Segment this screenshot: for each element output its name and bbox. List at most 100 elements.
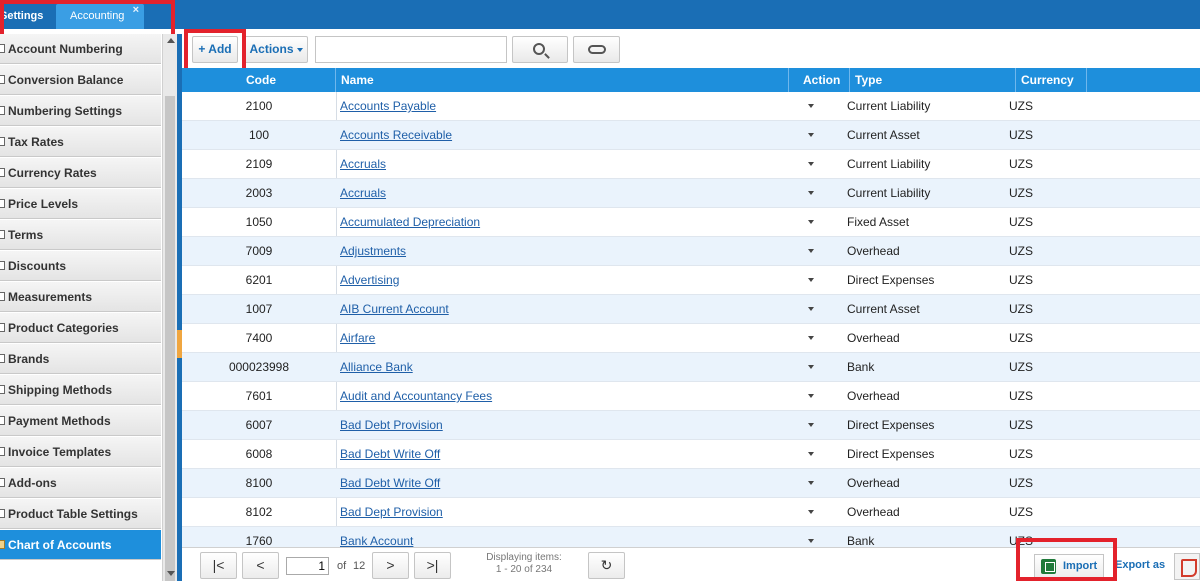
page-of-label: of xyxy=(337,560,347,572)
pdf-export-button[interactable] xyxy=(1174,553,1200,580)
table-row[interactable]: 100 Accounts Receivable Current Asset UZS xyxy=(182,121,1200,150)
account-name-link[interactable]: Audit and Accountancy Fees xyxy=(340,382,492,410)
sidebar-item-measurements[interactable]: Measurements xyxy=(0,282,161,312)
sidebar-scrollbar[interactable] xyxy=(162,34,177,581)
account-name-link[interactable]: AIB Current Account xyxy=(340,295,449,323)
sidebar-item-product-categories[interactable]: Product Categories xyxy=(0,313,161,343)
column-header-action[interactable]: Action xyxy=(789,68,850,92)
account-name-link[interactable]: Bad Debt Write Off xyxy=(340,440,440,468)
sidebar-item-product-table-settings[interactable]: Product Table Settings xyxy=(0,499,161,529)
account-name-link[interactable]: Alliance Bank xyxy=(340,353,413,381)
reset-search-button[interactable] xyxy=(573,36,620,63)
row-action-dropdown[interactable] xyxy=(805,324,819,352)
row-action-dropdown[interactable] xyxy=(805,382,819,410)
sidebar-item-tax-rates[interactable]: Tax Rates xyxy=(0,127,161,157)
table-row[interactable]: 1007 AIB Current Account Current Asset UZS xyxy=(182,295,1200,324)
table-row[interactable]: 8100 Bad Debt Write Off Overhead UZS xyxy=(182,469,1200,498)
sidebar-item-currency-rates[interactable]: Currency Rates xyxy=(0,158,161,188)
account-currency: UZS xyxy=(1009,273,1033,287)
row-action-dropdown[interactable] xyxy=(805,411,819,439)
sidebar-item-terms[interactable]: Terms xyxy=(0,220,161,250)
account-name-link[interactable]: Accruals xyxy=(340,150,386,178)
last-page-button[interactable]: >| xyxy=(414,552,451,579)
row-action-dropdown[interactable] xyxy=(805,179,819,207)
account-name-link[interactable]: Advertising xyxy=(340,266,399,294)
table-row[interactable]: 8102 Bad Dept Provision Overhead UZS xyxy=(182,498,1200,527)
row-action-dropdown[interactable] xyxy=(805,498,819,526)
sidebar-item-shipping-methods[interactable]: Shipping Methods xyxy=(0,375,161,405)
table-row[interactable]: 1760 Bank Account Bank UZS xyxy=(182,527,1200,547)
sidebar-item-label: Chart of Accounts xyxy=(8,538,112,552)
account-name-link[interactable]: Bad Dept Provision xyxy=(340,498,443,526)
sidebar-item-discounts[interactable]: Discounts xyxy=(0,251,161,281)
account-name-link[interactable]: Airfare xyxy=(340,324,375,352)
column-header-code[interactable]: Code xyxy=(182,68,336,92)
table-row[interactable]: 1050 Accumulated Depreciation Fixed Asset U… xyxy=(182,208,1200,237)
actions-dropdown[interactable]: Actions xyxy=(244,36,308,63)
import-button[interactable]: Import xyxy=(1034,554,1104,579)
sidebar-item-payment-methods[interactable]: Payment Methods xyxy=(0,406,161,436)
row-action-dropdown[interactable] xyxy=(805,353,819,381)
table-row[interactable]: 6201 Advertising Direct Expenses UZS xyxy=(182,266,1200,295)
add-button[interactable]: + Add xyxy=(192,36,238,63)
table-row[interactable]: 000023998 Alliance Bank Bank UZS xyxy=(182,353,1200,382)
search-button[interactable] xyxy=(512,36,568,63)
close-icon[interactable]: × xyxy=(133,0,139,23)
table-row[interactable]: 7601 Audit and Accountancy Fees Overhead UZ… xyxy=(182,382,1200,411)
sidebar-item-numbering-settings[interactable]: Numbering Settings xyxy=(0,96,161,126)
search-input[interactable] xyxy=(315,36,507,63)
sidebar-item-add-ons[interactable]: Add-ons xyxy=(0,468,161,498)
page-number-input[interactable] xyxy=(286,557,329,575)
row-action-dropdown[interactable] xyxy=(805,237,819,265)
scroll-up-icon[interactable] xyxy=(167,38,175,43)
row-action-dropdown[interactable] xyxy=(805,121,819,149)
account-name-link[interactable]: Accumulated Depreciation xyxy=(340,208,480,236)
table-row[interactable]: 2100 Accounts Payable Current Liability UZS xyxy=(182,92,1200,121)
column-header-type[interactable]: Type xyxy=(850,68,1016,92)
sidebar-item-label: Product Table Settings xyxy=(8,507,138,521)
account-name-link[interactable]: Accounts Payable xyxy=(340,92,436,120)
sidebar-item-invoice-templates[interactable]: Invoice Templates xyxy=(0,437,161,467)
account-name-link[interactable]: Bank Account xyxy=(340,527,413,547)
row-action-dropdown[interactable] xyxy=(805,469,819,497)
table-row[interactable]: 7009 Adjustments Overhead UZS xyxy=(182,237,1200,266)
scrollbar-thumb[interactable] xyxy=(165,96,175,581)
table-row[interactable]: 7400 Airfare Overhead UZS xyxy=(182,324,1200,353)
sidebar-item-price-levels[interactable]: Price Levels xyxy=(0,189,161,219)
next-page-button[interactable]: > xyxy=(372,552,409,579)
column-header-name[interactable]: Name xyxy=(336,68,789,92)
sidebar-item-account-numbering[interactable]: Account Numbering xyxy=(0,34,161,64)
chevron-down-icon xyxy=(808,133,814,137)
sidebar-item-brands[interactable]: Brands xyxy=(0,344,161,374)
prev-page-button[interactable]: < xyxy=(242,552,279,579)
chevron-down-icon xyxy=(808,191,814,195)
table-row[interactable]: 2109 Accruals Current Liability UZS xyxy=(182,150,1200,179)
sidebar-item-chart-of-accounts[interactable]: Chart of Accounts xyxy=(0,530,161,560)
table-row[interactable]: 6008 Bad Debt Write Off Direct Expenses UZS xyxy=(182,440,1200,469)
refresh-button[interactable]: ↻ xyxy=(588,552,625,579)
row-action-dropdown[interactable] xyxy=(805,440,819,468)
account-name-link[interactable]: Accounts Receivable xyxy=(340,121,452,149)
table-row[interactable]: 2003 Accruals Current Liability UZS xyxy=(182,179,1200,208)
document-icon xyxy=(0,385,5,394)
row-action-dropdown[interactable] xyxy=(805,527,819,547)
table-row[interactable]: 6007 Bad Debt Provision Direct Expenses UZS xyxy=(182,411,1200,440)
row-action-dropdown[interactable] xyxy=(805,92,819,120)
row-action-dropdown[interactable] xyxy=(805,150,819,178)
first-page-button[interactable]: |< xyxy=(200,552,237,579)
scroll-down-icon[interactable] xyxy=(167,571,175,576)
row-action-dropdown[interactable] xyxy=(805,208,819,236)
tab-settings[interactable]: Settings xyxy=(0,4,52,29)
account-name-link[interactable]: Bad Debt Provision xyxy=(340,411,443,439)
account-name-link[interactable]: Bad Debt Write Off xyxy=(340,469,440,497)
document-icon xyxy=(0,323,5,332)
column-header-currency[interactable]: Currency xyxy=(1016,68,1087,92)
account-type: Bank xyxy=(847,360,875,374)
row-action-dropdown[interactable] xyxy=(805,266,819,294)
tab-accounting[interactable]: Accounting × xyxy=(56,4,144,29)
account-name-link[interactable]: Adjustments xyxy=(340,237,406,265)
account-name-link[interactable]: Accruals xyxy=(340,179,386,207)
row-action-dropdown[interactable] xyxy=(805,295,819,323)
sidebar-item-conversion-balance[interactable]: Conversion Balance xyxy=(0,65,161,95)
displaying-label: Displaying items: xyxy=(486,552,562,563)
